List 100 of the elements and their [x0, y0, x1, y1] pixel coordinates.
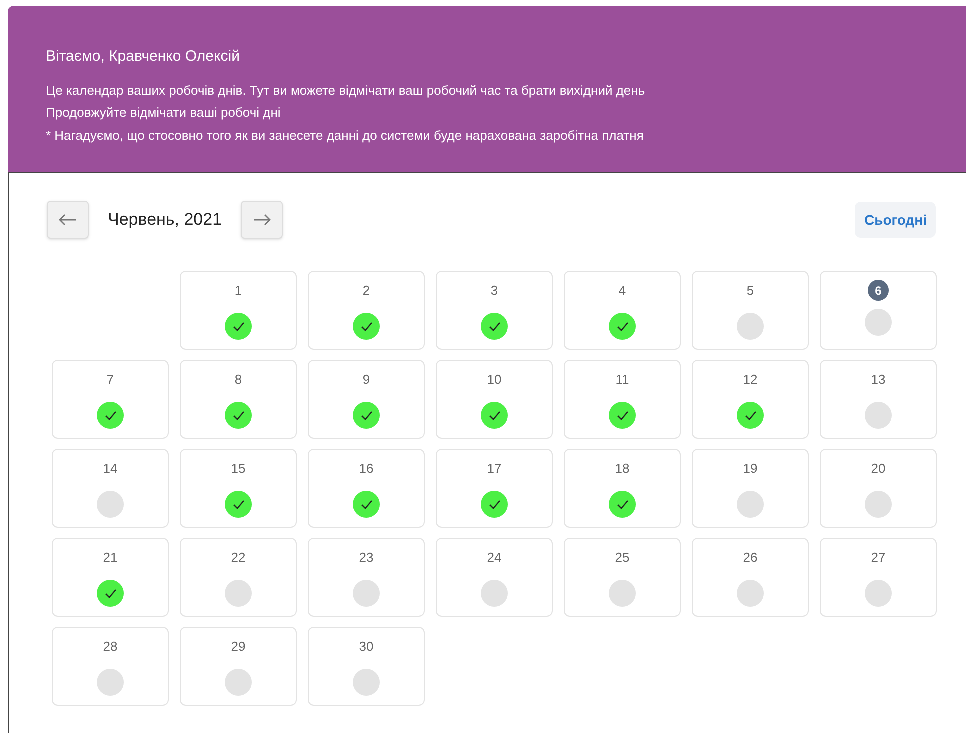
- unchecked-toggle[interactable]: [225, 580, 252, 607]
- unchecked-toggle[interactable]: [353, 580, 380, 607]
- previous-month-button[interactable]: [47, 201, 89, 239]
- day-card[interactable]: 6: [820, 271, 937, 350]
- check-icon: [488, 410, 500, 420]
- day-card[interactable]: 12: [692, 360, 809, 439]
- check-icon: [104, 410, 116, 420]
- day-number: 22: [231, 549, 246, 566]
- unchecked-toggle[interactable]: [97, 491, 124, 518]
- day-number: 25: [615, 549, 630, 566]
- checked-toggle[interactable]: [225, 402, 252, 429]
- today-button[interactable]: Сьогодні: [855, 202, 936, 238]
- check-icon: [360, 410, 372, 420]
- day-number: 29: [231, 638, 246, 655]
- day-card[interactable]: 14: [52, 449, 169, 528]
- day-number: 14: [103, 460, 118, 477]
- day-card[interactable]: 9: [308, 360, 425, 439]
- unchecked-toggle[interactable]: [865, 402, 892, 429]
- day-number: 3: [490, 282, 498, 299]
- checked-toggle[interactable]: [481, 402, 508, 429]
- day-card[interactable]: 10: [436, 360, 553, 439]
- unchecked-toggle[interactable]: [609, 580, 636, 607]
- day-number: 28: [103, 638, 118, 655]
- day-card[interactable]: 16: [308, 449, 425, 528]
- check-icon: [616, 322, 628, 332]
- day-number: 12: [743, 371, 758, 388]
- day-number: 4: [618, 282, 626, 299]
- day-number: 9: [362, 371, 370, 388]
- check-icon: [104, 588, 116, 598]
- day-card[interactable]: 18: [564, 449, 681, 528]
- day-card[interactable]: 19: [692, 449, 809, 528]
- check-icon: [360, 500, 372, 510]
- info-text: * Нагадуємо, що стосовно того як ви занесете данні до системи буде нарахована заробітна платня: [46, 126, 645, 145]
- day-card[interactable]: 21: [52, 538, 169, 617]
- day-card[interactable]: 28: [52, 627, 169, 706]
- unchecked-toggle[interactable]: [353, 669, 380, 696]
- unchecked-toggle[interactable]: [737, 313, 764, 340]
- unchecked-toggle[interactable]: [481, 580, 508, 607]
- checked-toggle[interactable]: [225, 491, 252, 518]
- day-card[interactable]: 25: [564, 538, 681, 617]
- day-card[interactable]: 11: [564, 360, 681, 439]
- day-number: 17: [487, 460, 502, 477]
- day-card[interactable]: 15: [180, 449, 297, 528]
- unchecked-toggle[interactable]: [737, 580, 764, 607]
- month-title: Червень, 2021: [108, 209, 222, 232]
- day-card[interactable]: 8: [180, 360, 297, 439]
- day-card[interactable]: 4: [564, 271, 681, 350]
- check-icon: [232, 322, 244, 332]
- check-icon: [744, 410, 756, 420]
- day-number: 20: [871, 460, 886, 477]
- checked-toggle[interactable]: [353, 313, 380, 340]
- checked-toggle[interactable]: [353, 402, 380, 429]
- check-icon: [616, 410, 628, 420]
- day-number: 5: [746, 282, 754, 299]
- next-month-button[interactable]: [241, 201, 284, 239]
- day-number: 2: [362, 282, 370, 299]
- checked-toggle[interactable]: [225, 313, 252, 340]
- right-arrow-icon: [253, 214, 272, 226]
- day-number: 1: [234, 282, 242, 299]
- day-card[interactable]: 13: [820, 360, 937, 439]
- day-card[interactable]: 5: [692, 271, 809, 350]
- checked-toggle[interactable]: [353, 491, 380, 518]
- day-number: 8: [234, 371, 242, 388]
- checked-toggle[interactable]: [609, 402, 636, 429]
- day-number: 30: [359, 638, 374, 655]
- day-card[interactable]: 17: [436, 449, 553, 528]
- checked-toggle[interactable]: [97, 402, 124, 429]
- unchecked-toggle[interactable]: [865, 309, 892, 336]
- day-number: 27: [871, 549, 886, 566]
- checked-toggle[interactable]: [609, 491, 636, 518]
- day-number: 15: [231, 460, 246, 477]
- checked-toggle[interactable]: [737, 402, 764, 429]
- unchecked-toggle[interactable]: [225, 669, 252, 696]
- day-card[interactable]: 29: [180, 627, 297, 706]
- day-number: 18: [615, 460, 630, 477]
- day-number: 6: [868, 280, 889, 301]
- unchecked-toggle[interactable]: [865, 580, 892, 607]
- day-card[interactable]: 27: [820, 538, 937, 617]
- day-card[interactable]: 20: [820, 449, 937, 528]
- day-card[interactable]: 7: [52, 360, 169, 439]
- day-card[interactable]: 23: [308, 538, 425, 617]
- day-card[interactable]: 22: [180, 538, 297, 617]
- day-card[interactable]: 2: [308, 271, 425, 350]
- day-card[interactable]: 3: [436, 271, 553, 350]
- day-card[interactable]: 24: [436, 538, 553, 617]
- day-number: 7: [106, 371, 114, 388]
- checked-toggle[interactable]: [481, 313, 508, 340]
- day-card[interactable]: 26: [692, 538, 809, 617]
- unchecked-toggle[interactable]: [865, 491, 892, 518]
- checked-toggle[interactable]: [609, 313, 636, 340]
- day-card[interactable]: 1: [180, 271, 297, 350]
- day-number: 24: [487, 549, 502, 566]
- checked-toggle[interactable]: [97, 580, 124, 607]
- unchecked-toggle[interactable]: [97, 669, 124, 696]
- day-number: 16: [359, 460, 374, 477]
- checked-toggle[interactable]: [481, 491, 508, 518]
- check-icon: [488, 500, 500, 510]
- day-card[interactable]: 30: [308, 627, 425, 706]
- unchecked-toggle[interactable]: [737, 491, 764, 518]
- day-number: 19: [743, 460, 758, 477]
